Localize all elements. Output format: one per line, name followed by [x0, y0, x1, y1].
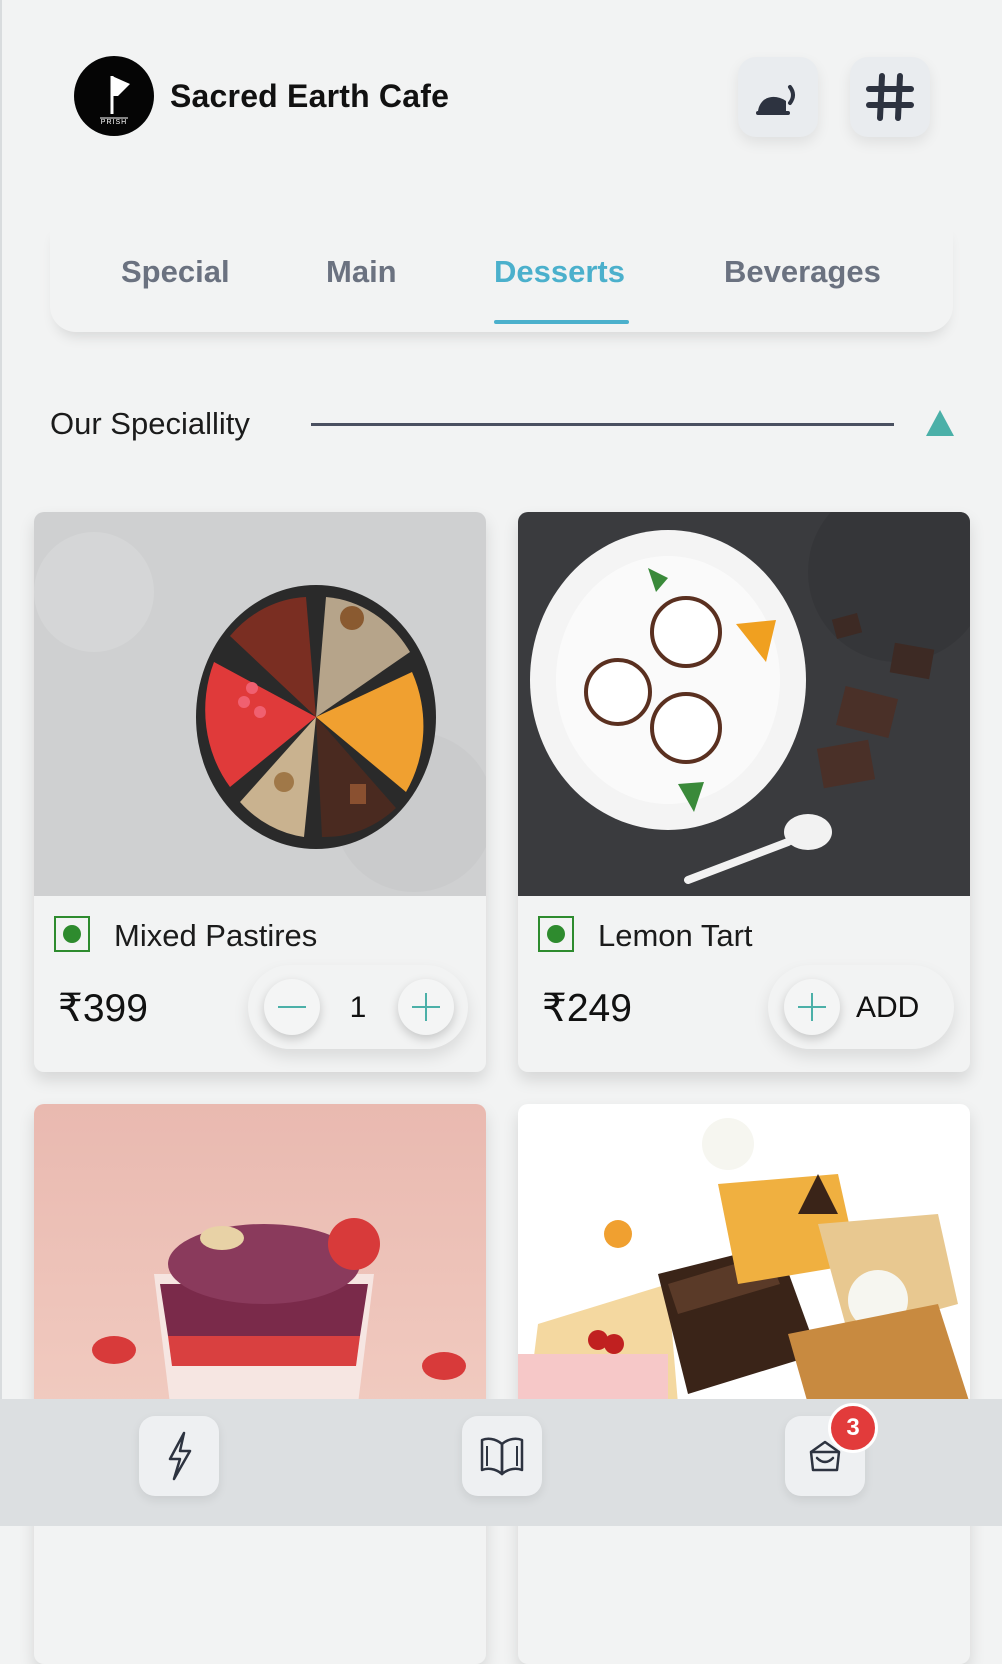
cart-count-badge: 3	[828, 1403, 878, 1453]
minus-icon	[278, 1006, 306, 1008]
table-number-button[interactable]	[850, 57, 930, 137]
menu-item-card[interactable]	[518, 1104, 970, 1664]
add-plus-button[interactable]	[784, 979, 840, 1035]
logo-text: PRISH	[100, 119, 128, 126]
tab-main[interactable]: Main	[326, 254, 397, 290]
active-tab-indicator	[494, 320, 629, 324]
increment-button[interactable]	[398, 979, 454, 1035]
quantity-value: 1	[349, 991, 367, 1024]
page-edge	[0, 0, 2, 1526]
nav-specials-button[interactable]	[139, 1416, 219, 1496]
add-label: ADD	[856, 991, 920, 1024]
menu-item-card[interactable]	[34, 1104, 486, 1664]
quantity-stepper[interactable]: 1	[248, 965, 468, 1049]
lemon-tart-photo	[518, 512, 970, 896]
veg-indicator	[538, 916, 574, 952]
section-divider	[311, 423, 894, 426]
lightning-icon	[168, 1431, 192, 1481]
plus-icon-vertical	[811, 993, 813, 1021]
item-name: Lemon Tart	[598, 918, 753, 953]
mixed-pastries-photo	[34, 512, 486, 896]
tab-desserts[interactable]: Desserts	[494, 254, 625, 290]
veg-indicator	[54, 916, 90, 952]
section-title: Our Speciallity	[50, 406, 250, 441]
tab-beverages[interactable]: Beverages	[724, 254, 881, 290]
item-price: ₹399	[58, 987, 148, 1030]
plus-icon-vertical	[425, 993, 427, 1021]
call-waiter-button[interactable]	[738, 57, 818, 137]
menu-item-card[interactable]: Mixed Pastires ₹399 1	[34, 512, 486, 1072]
menu-book-icon	[480, 1437, 524, 1476]
triangle-up-icon[interactable]	[926, 410, 954, 436]
menu-item-card[interactable]: Lemon Tart ₹249 ADD	[518, 512, 970, 1072]
tab-special[interactable]: Special	[121, 254, 230, 290]
decrement-button[interactable]	[264, 979, 320, 1035]
nav-menu-button[interactable]	[462, 1416, 542, 1496]
item-name: Mixed Pastires	[114, 918, 318, 953]
add-to-cart-button[interactable]: ADD	[768, 965, 954, 1049]
brand-name: Sacred Earth Cafe	[170, 78, 450, 114]
cafe-logo: PRISH	[74, 56, 154, 136]
item-price: ₹249	[542, 987, 632, 1030]
hash-icon	[866, 73, 914, 121]
waiter-bell-icon	[756, 85, 795, 115]
